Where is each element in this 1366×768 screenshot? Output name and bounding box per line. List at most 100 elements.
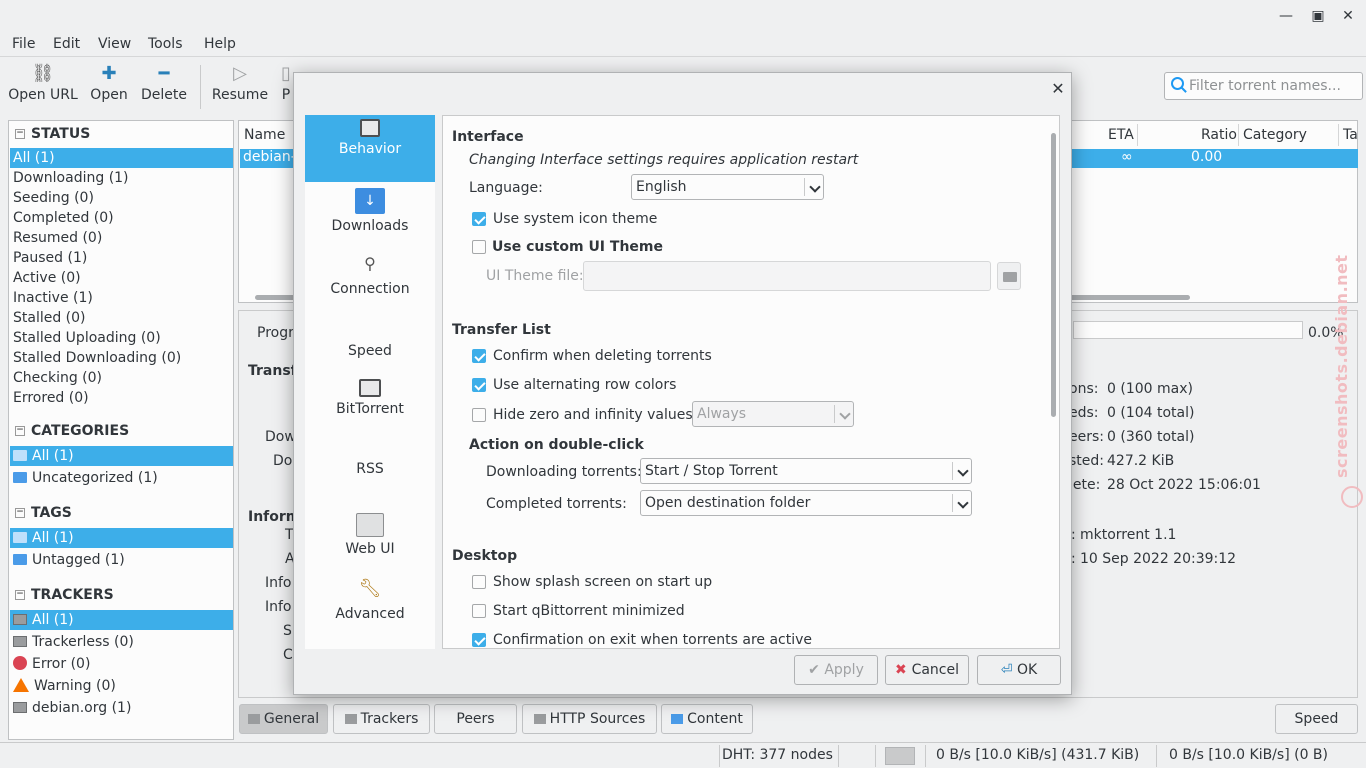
- tab-trackers[interactable]: Trackers: [333, 704, 430, 734]
- tab-peers[interactable]: Peers: [434, 704, 517, 734]
- status-stalled-downloading[interactable]: Stalled Downloading (0): [10, 348, 233, 368]
- use-custom-theme-checkbox[interactable]: [472, 240, 486, 254]
- use-system-icons-checkbox[interactable]: [472, 212, 486, 226]
- column-category[interactable]: Category: [1243, 127, 1307, 143]
- filter-input[interactable]: [1189, 76, 1359, 96]
- apply-button[interactable]: ✔ Apply: [794, 655, 878, 685]
- folder-icon: [13, 450, 27, 461]
- category-label: RSS: [356, 461, 384, 477]
- category-speed[interactable]: Speed: [305, 307, 435, 369]
- status-downloading[interactable]: Downloading (1): [10, 168, 233, 188]
- network-server-icon: [13, 636, 27, 647]
- menu-file[interactable]: File: [12, 36, 35, 52]
- status-seeding[interactable]: Seeding (0): [10, 188, 233, 208]
- tracker-warning[interactable]: Warning (0): [10, 676, 233, 696]
- minimize-button[interactable]: —: [1276, 6, 1296, 26]
- status-stalled[interactable]: Stalled (0): [10, 308, 233, 328]
- open-button[interactable]: ✚ Open: [86, 61, 132, 113]
- upload-speed-status[interactable]: 0 B/s [10.0 KiB/s] (0 B): [1169, 747, 1328, 763]
- connections-label: ons:: [1069, 381, 1099, 397]
- wasted-label: sted:: [1069, 453, 1104, 469]
- category-webui[interactable]: Web UI: [305, 507, 435, 569]
- menu-view[interactable]: View: [98, 36, 131, 52]
- column-ratio[interactable]: Ratio: [1201, 127, 1237, 143]
- download-speed-status[interactable]: 0 B/s [10.0 KiB/s] (431.7 KiB): [936, 747, 1139, 763]
- menu-edit[interactable]: Edit: [53, 36, 80, 52]
- downloading-action-select[interactable]: Start / Stop Torrent: [640, 458, 972, 484]
- ok-button[interactable]: ⏎ OK: [977, 655, 1061, 685]
- wasted-value: 427.2 KiB: [1107, 453, 1175, 469]
- webui-icon: [356, 513, 384, 537]
- category-connection[interactable]: ⚲ Connection: [305, 245, 435, 307]
- dialog-close-button[interactable]: ✕: [1048, 79, 1068, 99]
- column-name[interactable]: Name: [244, 127, 285, 143]
- chevron-down-icon: [839, 408, 851, 420]
- start-minimized-checkbox[interactable]: [472, 604, 486, 618]
- category-label: BitTorrent: [336, 401, 404, 417]
- column-eta[interactable]: ETA: [1108, 127, 1134, 143]
- tracker-debian[interactable]: debian.org (1): [10, 698, 233, 718]
- tracker-error[interactable]: Error (0): [10, 654, 233, 674]
- column-tags[interactable]: Ta: [1343, 127, 1358, 143]
- language-select[interactable]: English: [631, 174, 824, 200]
- collapse-icon: −: [15, 589, 25, 600]
- completed-action-select[interactable]: Open destination folder: [640, 490, 972, 516]
- category-rss[interactable]: RSS: [305, 425, 435, 487]
- collapse-icon: −: [15, 507, 25, 518]
- status-active[interactable]: Active (0): [10, 268, 233, 288]
- open-url-button[interactable]: ⛓ Open URL: [6, 61, 80, 113]
- tab-general[interactable]: General: [239, 704, 328, 734]
- completed-action-value: Open destination folder: [645, 495, 811, 511]
- document-icon: [247, 714, 260, 724]
- category-downloads[interactable]: ↓ Downloads: [305, 182, 435, 244]
- categories-header[interactable]: − CATEGORIES: [15, 423, 129, 439]
- tab-http-sources[interactable]: HTTP Sources: [522, 704, 657, 734]
- status-resumed[interactable]: Resumed (0): [10, 228, 233, 248]
- confirm-delete-checkbox[interactable]: [472, 349, 486, 363]
- progress-label: Progr: [257, 325, 294, 341]
- category-uncategorized[interactable]: Uncategorized (1): [10, 468, 233, 488]
- tracker-all[interactable]: All (1): [10, 610, 233, 630]
- settings-scrollbar[interactable]: [1051, 133, 1056, 417]
- splash-checkbox[interactable]: [472, 575, 486, 589]
- category-advanced[interactable]: 🔧︎ Advanced: [305, 570, 435, 632]
- save-path-label: S: [283, 623, 292, 639]
- connection-status-icon[interactable]: [885, 747, 915, 765]
- tag-all[interactable]: All (1): [10, 528, 233, 548]
- hide-zero-checkbox[interactable]: [472, 408, 486, 422]
- tags-header[interactable]: − TAGS: [15, 505, 72, 521]
- status-header[interactable]: − STATUS: [15, 126, 90, 142]
- tag-untagged[interactable]: Untagged (1): [10, 550, 233, 570]
- status-checking[interactable]: Checking (0): [10, 368, 233, 388]
- theme-file-input[interactable]: [583, 261, 991, 291]
- category-behavior[interactable]: Behavior: [305, 115, 435, 182]
- browse-theme-button[interactable]: [997, 262, 1021, 290]
- delete-button[interactable]: ━ Delete: [138, 61, 190, 113]
- status-inactive[interactable]: Inactive (1): [10, 288, 233, 308]
- category-all[interactable]: All (1): [10, 446, 233, 466]
- status-paused[interactable]: Paused (1): [10, 248, 233, 268]
- ok-label: OK: [1016, 662, 1038, 678]
- menu-help[interactable]: Help: [204, 36, 236, 52]
- confirm-exit-checkbox[interactable]: [472, 633, 486, 647]
- pause-button[interactable]: ▯ P: [280, 61, 292, 113]
- status-errored[interactable]: Errored (0): [10, 388, 233, 408]
- status-completed[interactable]: Completed (0): [10, 208, 233, 228]
- combo-separator: [952, 494, 953, 512]
- menu-tools[interactable]: Tools: [148, 36, 183, 52]
- hide-zero-select[interactable]: Always: [692, 401, 854, 427]
- hide-zero-label: Hide zero and infinity values: [493, 407, 693, 423]
- trackers-header[interactable]: − TRACKERS: [15, 587, 114, 603]
- maximize-button[interactable]: ▣: [1308, 6, 1328, 26]
- status-stalled-uploading[interactable]: Stalled Uploading (0): [10, 328, 233, 348]
- watermark-logo: [1341, 486, 1363, 508]
- tab-speed[interactable]: Speed: [1275, 704, 1358, 734]
- tab-content[interactable]: Content: [661, 704, 753, 734]
- alternating-rows-checkbox[interactable]: [472, 378, 486, 392]
- tab-content-label: Content: [687, 711, 743, 727]
- tracker-trackerless[interactable]: Trackerless (0): [10, 632, 233, 652]
- status-all[interactable]: All (1): [10, 148, 233, 168]
- close-window-button[interactable]: ✕: [1338, 6, 1358, 26]
- resume-button[interactable]: ▷ Resume: [208, 61, 272, 113]
- cancel-button[interactable]: ✖ Cancel: [885, 655, 969, 685]
